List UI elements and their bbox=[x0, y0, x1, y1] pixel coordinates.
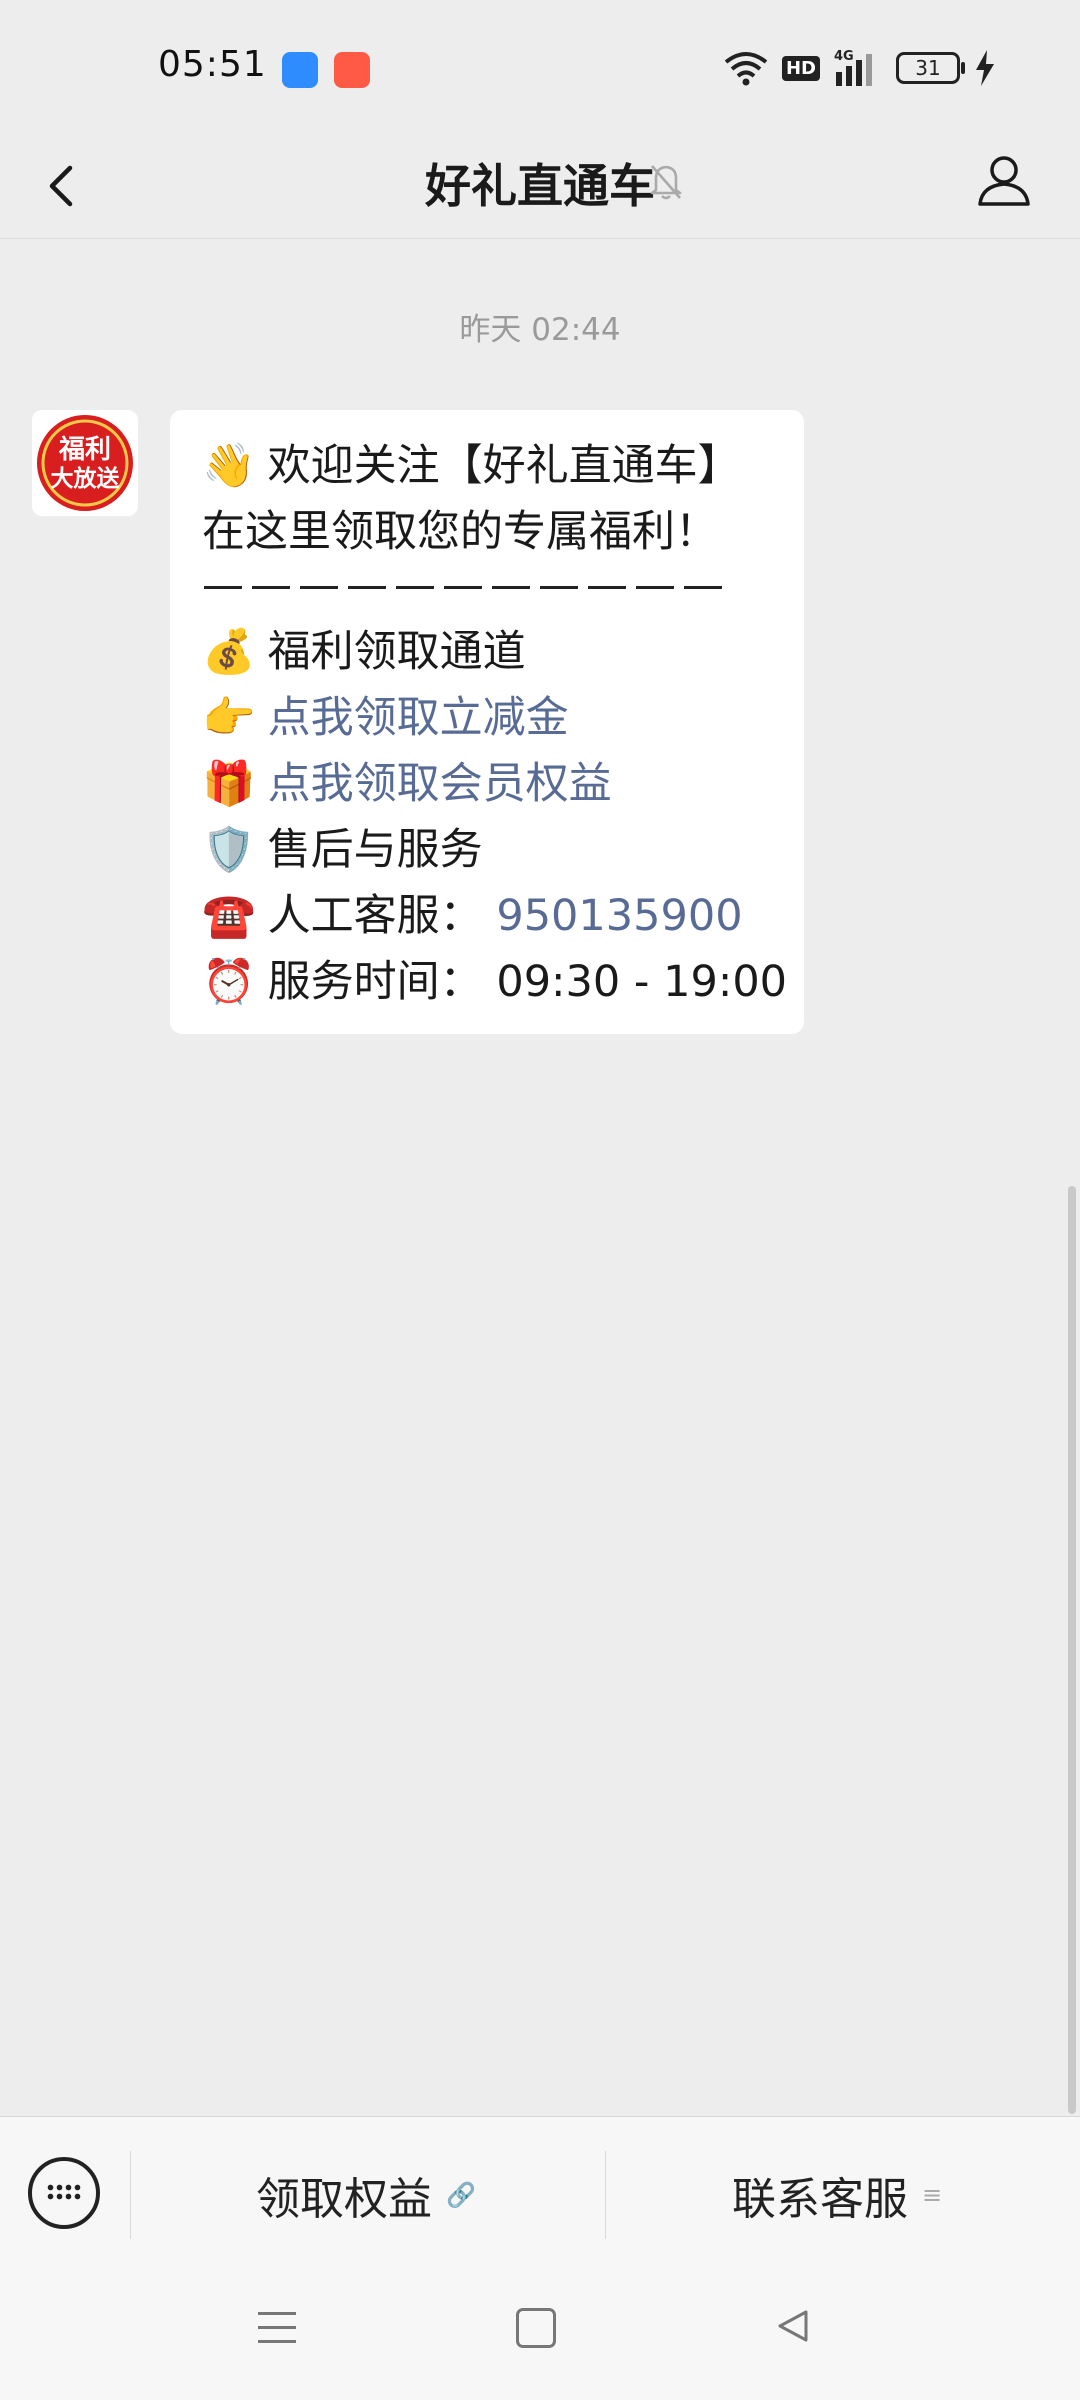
message-line: 🎁 点我领取会员权益 bbox=[202, 756, 612, 812]
keyboard-icon[interactable] bbox=[28, 2157, 100, 2229]
nav-back-icon[interactable] bbox=[774, 2306, 814, 2346]
wifi-icon bbox=[724, 52, 768, 86]
alarm-clock-icon: ⏰ bbox=[202, 957, 256, 1007]
official-account-menu: 领取权益 🔗 联系客服 ≡ bbox=[0, 2116, 1080, 2281]
message-line: ☎️ 人工客服： 950135900 bbox=[202, 888, 743, 944]
service-label: 人工客服： bbox=[267, 891, 483, 941]
telephone-icon: ☎️ bbox=[202, 891, 256, 941]
svg-text:福利: 福利 bbox=[58, 435, 111, 465]
charging-icon bbox=[976, 50, 994, 86]
app-notification-icon bbox=[282, 52, 318, 88]
welfare-channel-text: 福利领取通道 bbox=[267, 627, 526, 677]
welfare-badge-logo: 福利 大放送 bbox=[37, 415, 133, 511]
discount-link[interactable]: 点我领取立减金 bbox=[268, 693, 569, 743]
hours-label: 服务时间： bbox=[267, 957, 483, 1007]
profile-icon[interactable] bbox=[972, 148, 1036, 212]
message-line: 🛡️ 售后与服务 bbox=[202, 822, 483, 878]
message-line: 👋 欢迎关注【好礼直通车】 bbox=[202, 438, 741, 494]
battery-icon: 31 bbox=[896, 52, 965, 84]
home-icon[interactable] bbox=[516, 2308, 556, 2348]
menu-item-label: 联系客服 bbox=[732, 2174, 908, 2225]
gift-icon: 🎁 bbox=[202, 759, 256, 809]
member-benefits-link[interactable]: 点我领取会员权益 bbox=[268, 759, 612, 809]
message-line: 👉 点我领取立减金 bbox=[202, 690, 569, 746]
scrollbar[interactable] bbox=[1068, 1186, 1076, 2114]
welcome-text: 欢迎关注【好礼直通车】 bbox=[267, 441, 741, 491]
money-bag-icon: 💰 bbox=[202, 627, 256, 677]
menu-item-label: 领取权益 bbox=[256, 2174, 432, 2225]
message-timestamp: 昨天 02:44 bbox=[459, 312, 621, 348]
signal-icon: 4G bbox=[834, 49, 872, 86]
dashed-divider bbox=[204, 586, 732, 589]
after-sales-text: 售后与服务 bbox=[267, 825, 483, 875]
svg-text:大放送: 大放送 bbox=[51, 465, 120, 492]
phone-number-link[interactable]: 950135900 bbox=[496, 891, 742, 941]
recent-apps-icon[interactable] bbox=[258, 2312, 296, 2344]
app-notification-icon bbox=[334, 52, 370, 88]
avatar[interactable]: 福利 大放送 bbox=[32, 410, 138, 516]
menu-item-claim-benefits[interactable]: 领取权益 🔗 bbox=[256, 2163, 476, 2227]
shield-icon: 🛡️ bbox=[202, 825, 256, 875]
link-icon: 🔗 bbox=[446, 2181, 476, 2209]
status-indicators: HD 4G 31 bbox=[724, 46, 996, 90]
intro-text: 在这里领取您的专属福利！ bbox=[202, 507, 718, 557]
status-bar: 05:51 HD 4G 31 bbox=[0, 0, 1080, 136]
divider bbox=[130, 2151, 131, 2239]
system-nav-bar bbox=[0, 2280, 1080, 2400]
network-type: 4G bbox=[834, 49, 854, 64]
page-title: 好礼直通车 bbox=[425, 159, 655, 213]
message-line: 💰 福利领取通道 bbox=[202, 624, 526, 680]
divider bbox=[605, 2151, 606, 2239]
menu-lines-icon: ≡ bbox=[922, 2181, 943, 2209]
hd-icon: HD bbox=[781, 55, 820, 81]
message-bubble: 👋 欢迎关注【好礼直通车】 在这里领取您的专属福利！ 💰 福利领取通道 👉 点我… bbox=[170, 410, 804, 1034]
wave-icon: 👋 bbox=[202, 441, 256, 491]
pointing-hand-icon: 👉 bbox=[202, 693, 256, 743]
mute-bell-icon bbox=[650, 165, 682, 200]
chat-header: 好礼直通车 bbox=[0, 136, 1080, 239]
message-line: ⏰ 服务时间： 09:30 - 19:00 bbox=[202, 954, 787, 1010]
service-hours: 09:30 - 19:00 bbox=[496, 957, 788, 1007]
menu-item-contact-service[interactable]: 联系客服 ≡ bbox=[732, 2163, 942, 2227]
message-line: 在这里领取您的专属福利！ bbox=[202, 504, 718, 560]
status-time: 05:51 bbox=[158, 44, 267, 85]
